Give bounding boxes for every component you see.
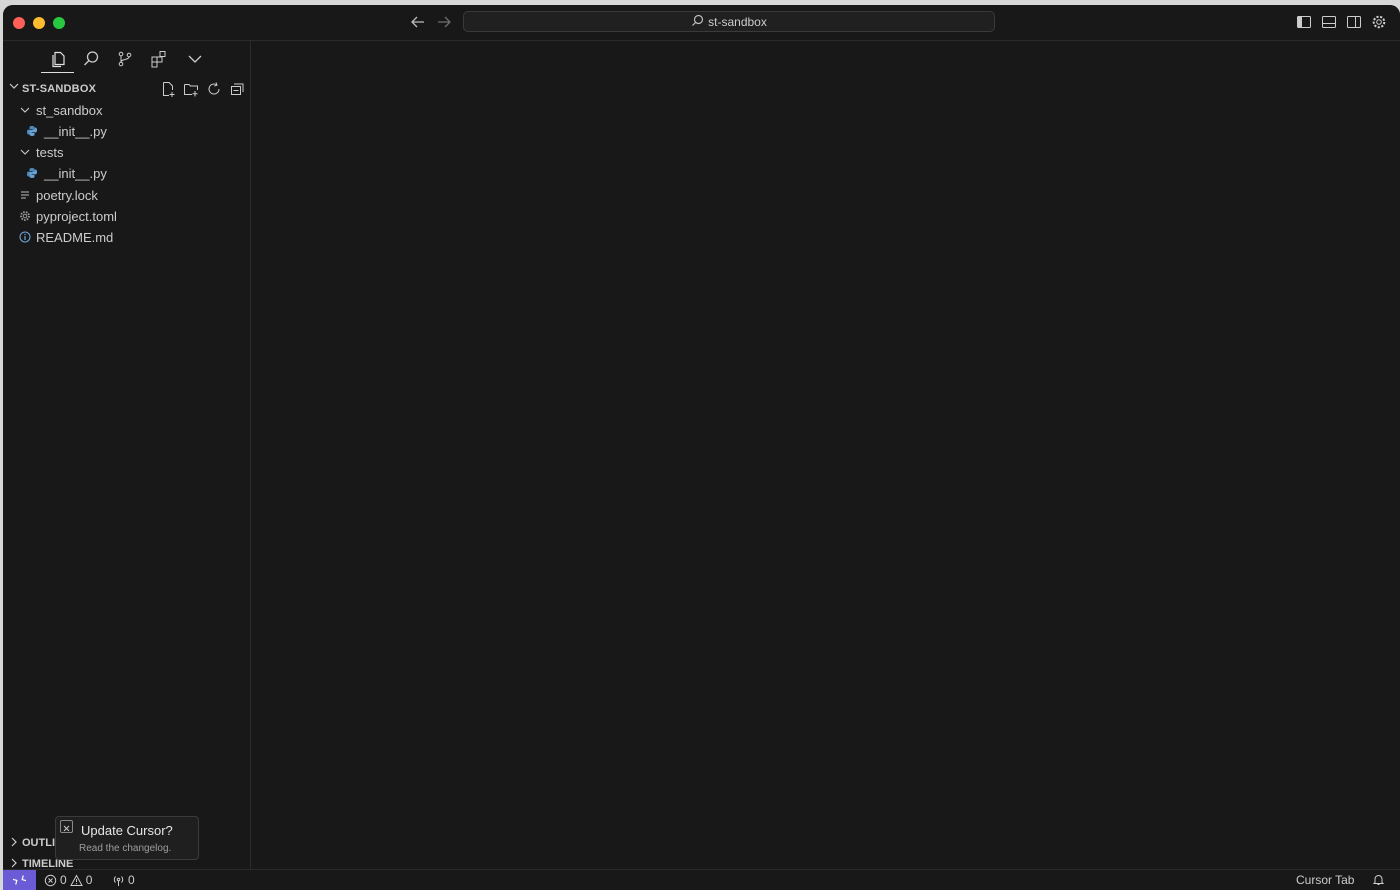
command-center-label: st-sandbox [708, 14, 767, 29]
forward-arrow-icon[interactable] [434, 12, 454, 32]
search-icon[interactable] [81, 49, 101, 69]
toggle-primary-sidebar-icon[interactable] [1296, 14, 1312, 30]
title-bar: st-sandbox [3, 5, 1400, 41]
toggle-panel-icon[interactable] [1321, 14, 1337, 30]
ports-indicator[interactable]: 0 [112, 873, 135, 887]
update-notification[interactable]: Update Cursor? Read the changelog. [55, 816, 199, 860]
chevron-down-icon[interactable] [185, 49, 205, 69]
files-icon[interactable] [48, 49, 68, 69]
error-count: 0 [60, 873, 67, 887]
cursor-tab-status[interactable]: Cursor Tab [1296, 873, 1354, 887]
problems-indicator[interactable]: 0 0 [44, 873, 92, 887]
notifications-bell-icon[interactable] [1372, 873, 1385, 886]
new-folder-icon[interactable] [183, 81, 199, 97]
command-center-search[interactable]: st-sandbox [463, 11, 995, 32]
new-file-icon[interactable] [160, 81, 176, 97]
outline-title: OUTLI [22, 837, 55, 849]
status-bar: 0 0 0 Cursor Tab [3, 869, 1400, 890]
settings-file-icon [19, 210, 31, 222]
chevron-down-icon [19, 104, 31, 116]
chevron-down-icon [19, 146, 31, 158]
changelog-link[interactable]: Read the changelog. [79, 843, 171, 854]
chevron-down-icon [8, 80, 20, 92]
tree-file-pyproject-toml[interactable]: pyproject.toml [3, 206, 250, 227]
tree-item-label: poetry.lock [36, 188, 98, 203]
maximize-window-button[interactable] [53, 17, 65, 29]
broadcast-icon [113, 875, 124, 886]
collapse-all-icon[interactable] [229, 81, 245, 97]
chevron-right-icon [8, 836, 20, 848]
cursor-window: st-sandbox ST-SANDBOX st_sandbox __init_… [3, 5, 1400, 890]
minimize-window-button[interactable] [33, 17, 45, 29]
settings-gear-icon[interactable] [1371, 14, 1387, 30]
info-icon [19, 231, 31, 243]
tree-folder-tests[interactable]: tests [3, 142, 250, 163]
close-window-button[interactable] [13, 17, 25, 29]
tree-item-label: README.md [36, 230, 114, 245]
remote-indicator-button[interactable] [3, 870, 36, 890]
tree-file-poetry-lock[interactable]: poetry.lock [3, 185, 250, 206]
warning-count: 0 [85, 873, 93, 887]
tree-file-readme-md[interactable]: README.md [3, 227, 250, 248]
explorer-section-header[interactable]: ST-SANDBOX [3, 77, 250, 99]
tree-item-label: tests [36, 145, 64, 160]
tree-item-label: __init__.py [44, 124, 107, 139]
ports-count: 0 [128, 873, 135, 887]
refresh-icon[interactable] [206, 81, 222, 97]
explorer-title: ST-SANDBOX [22, 83, 97, 95]
close-notification-button[interactable] [60, 820, 73, 833]
tree-file-init-py[interactable]: __init__.py [3, 163, 250, 184]
primary-sidebar: ST-SANDBOX st_sandbox __init__.py tests … [3, 41, 251, 870]
source-control-icon[interactable] [115, 49, 135, 69]
back-arrow-icon[interactable] [408, 12, 428, 32]
tree-item-label: __init__.py [44, 166, 107, 181]
search-icon [691, 14, 704, 30]
warning-icon [69, 873, 83, 886]
extensions-icon[interactable] [149, 49, 169, 69]
toggle-secondary-sidebar-icon[interactable] [1346, 14, 1362, 30]
notification-title: Update Cursor? [81, 823, 173, 838]
close-icon [63, 825, 70, 832]
python-file-icon [26, 167, 38, 179]
tree-item-label: pyproject.toml [36, 209, 117, 224]
active-view-indicator [41, 72, 74, 73]
cursor-tab-label: Cursor Tab [1296, 873, 1355, 887]
error-icon [44, 874, 57, 886]
editor-area[interactable] [251, 41, 1400, 870]
tree-item-label: st_sandbox [36, 103, 103, 118]
lock-file-icon [19, 189, 31, 201]
tree-folder-st-sandbox[interactable]: st_sandbox [3, 100, 250, 121]
tree-file-init-py[interactable]: __init__.py [3, 121, 250, 142]
chevron-right-icon [8, 857, 20, 869]
remote-icon [13, 875, 26, 885]
python-file-icon [26, 125, 38, 137]
